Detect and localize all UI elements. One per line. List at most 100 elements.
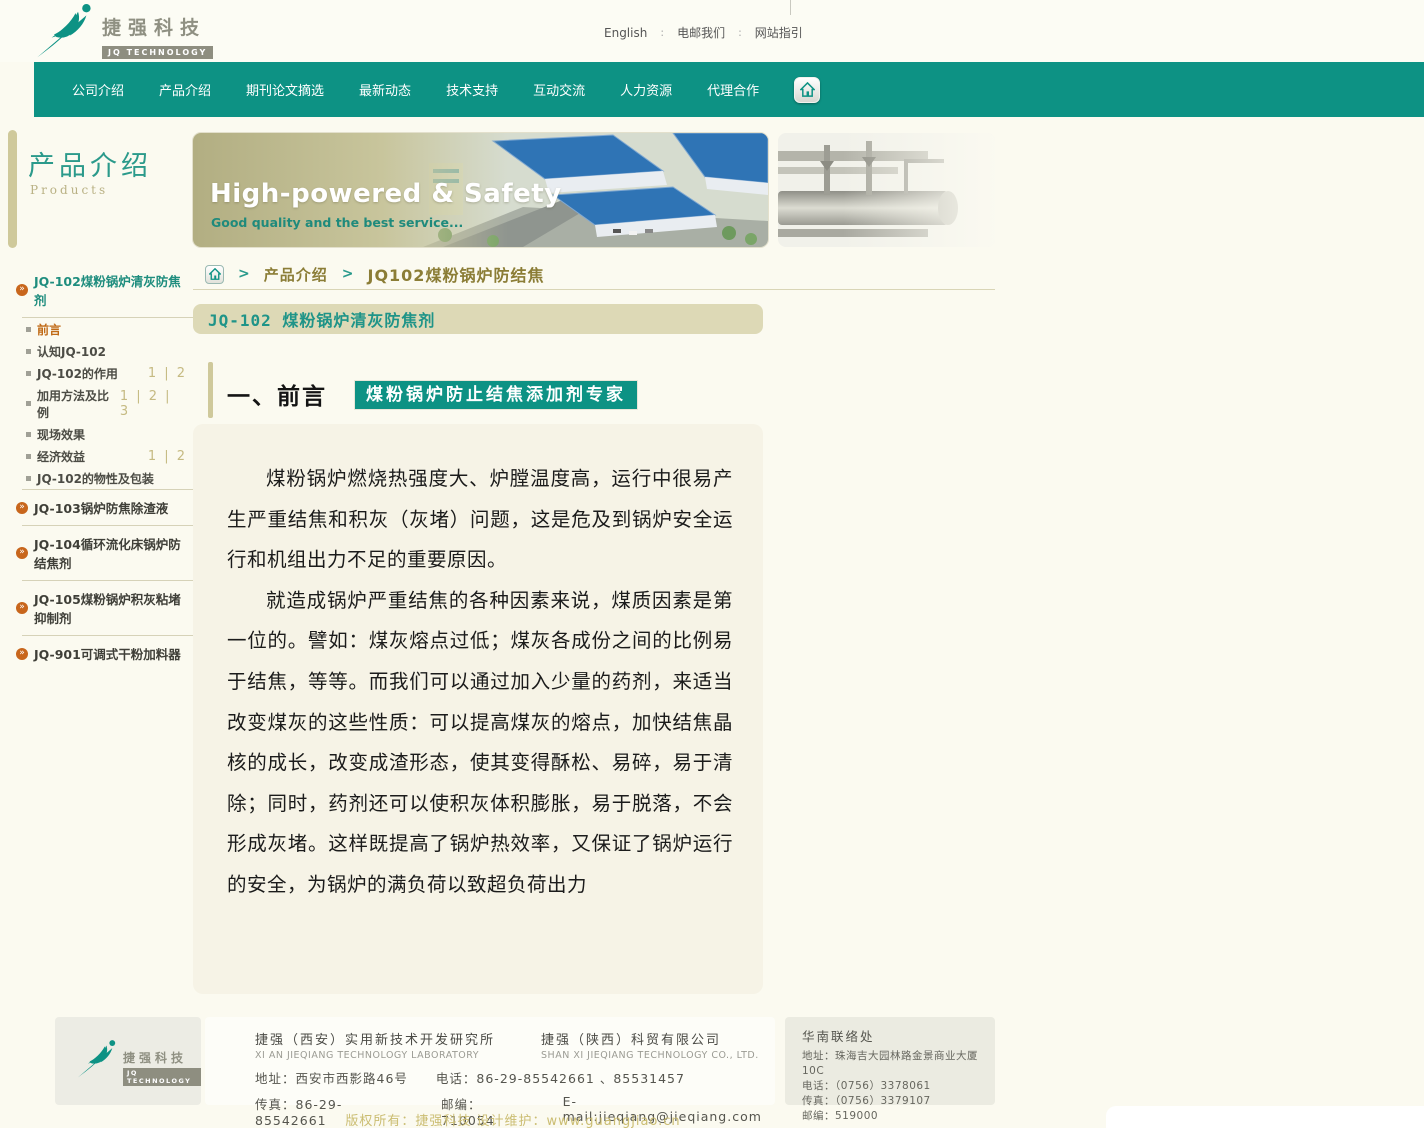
sidebar-item-label: JQ-104循环流化床锅炉防结焦剂 xyxy=(34,534,193,572)
top-link-english[interactable]: English xyxy=(604,26,647,40)
south-office-phone: 电话：（0756）3378061 xyxy=(802,1079,995,1094)
logo-cn: 捷强科技 xyxy=(102,17,206,39)
page: 捷强科技 JQ TECHNOLOGY English : 电邮我们 : 网站指引… xyxy=(0,0,1424,1128)
sidebar-menu: » JQ-102煤粉锅炉清灰防焦剂 前言 认知JQ-102 JQ-102的作用 … xyxy=(0,263,193,671)
footer-logo: 捷强科技 JQ TECHNOLOGY xyxy=(77,1039,201,1087)
sidebar-subitem-economic[interactable]: 经济效益 1 | 2 xyxy=(0,445,193,467)
south-office-fax: 传真：（0756）3379107 xyxy=(802,1094,995,1109)
header-logo[interactable]: 捷强科技 JQ TECHNOLOGY xyxy=(36,3,213,59)
top-link-email[interactable]: 电邮我们 xyxy=(677,24,725,41)
breadcrumb-separator: > xyxy=(238,266,250,282)
header-divider xyxy=(790,0,791,15)
article-panel: 煤粉锅炉燃烧热强度大、炉膛温度高，运行中很易产生严重结焦和积灰（灰堵）问题，这是… xyxy=(193,424,763,994)
top-link-sitemap[interactable]: 网站指引 xyxy=(755,24,803,41)
breadcrumb-divider xyxy=(193,289,995,290)
bullet-icon xyxy=(26,454,31,459)
sidebar-subitem-packing[interactable]: JQ-102的物性及包装 xyxy=(0,467,193,489)
double-chevron-icon: » xyxy=(16,547,28,559)
sidebar-item-label: JQ-102煤粉锅炉清灰防焦剂 xyxy=(34,271,193,309)
subitem-label: 现场效果 xyxy=(37,426,85,443)
nav-item-journal[interactable]: 期刊论文摘选 xyxy=(246,80,324,99)
footer-logo-cn: 捷强科技 xyxy=(123,1051,187,1065)
subitem-pagination[interactable]: 1 | 2 | 3 xyxy=(120,389,187,419)
home-icon xyxy=(209,268,221,280)
nav-item-news[interactable]: 最新动态 xyxy=(359,80,411,99)
logo-en: JQ TECHNOLOGY xyxy=(102,46,213,59)
swoosh-icon xyxy=(36,3,96,59)
double-chevron-icon: » xyxy=(16,502,28,514)
article-title-bar: JQ-102 煤粉锅炉清灰防焦剂 xyxy=(193,304,763,334)
sidebar-subitem-usage[interactable]: 加用方法及比例 1 | 2 | 3 xyxy=(0,384,193,423)
footer-south-office-panel: 华南联络处 地址：珠海吉大园林路金景商业大厦10C 电话：（0756）33780… xyxy=(785,1017,995,1105)
nav-item-interaction[interactable]: 互动交流 xyxy=(533,80,585,99)
sidebar-subitem-site-effect[interactable]: 现场效果 xyxy=(0,423,193,445)
org1-name-en: XI AN JIEQIANG TECHNOLOGY LABORATORY xyxy=(255,1050,495,1061)
sidebar-item-jq105[interactable]: » JQ-105煤粉锅炉积灰粘堵抑制剂 xyxy=(0,581,193,635)
double-chevron-icon: » xyxy=(16,602,28,614)
subitem-pagination[interactable]: 1 | 2 xyxy=(148,366,187,381)
sidebar-item-jq104[interactable]: » JQ-104循环流化床锅炉防结焦剂 xyxy=(0,526,193,580)
footer-orgs: 捷强（西安）实用新技术开发研究所 XI AN JIEQIANG TECHNOLO… xyxy=(255,1029,775,1061)
bullet-icon xyxy=(26,371,31,376)
subitem-pagination[interactable]: 1 | 2 xyxy=(148,449,187,464)
south-office-title: 华南联络处 xyxy=(802,1026,995,1045)
breadcrumb-separator: > xyxy=(342,266,354,282)
south-office-address: 地址：珠海吉大园林路金景商业大厦10C xyxy=(802,1049,995,1079)
top-link-separator: : xyxy=(660,26,664,39)
nav-item-products[interactable]: 产品介绍 xyxy=(159,80,211,99)
article-title: JQ-102 煤粉锅炉清灰防焦剂 xyxy=(193,307,435,331)
logo-text: 捷强科技 JQ TECHNOLOGY xyxy=(102,13,213,59)
breadcrumb-home-button[interactable] xyxy=(205,265,224,284)
sidebar-title: 产品介绍 xyxy=(28,144,152,183)
org2-name-cn: 捷强（陕西）科贸有限公司 xyxy=(541,1029,759,1048)
org2-name-en: SHAN XI JIEQIANG TECHNOLOGY CO., LTD. xyxy=(541,1050,759,1061)
copyright-line: 版权所有：捷强科技 设计维护：www.guangjiao.cn xyxy=(193,1110,833,1128)
double-chevron-icon: » xyxy=(16,284,28,296)
sidebar-item-jq103[interactable]: » JQ-103锅炉防焦除渣液 xyxy=(0,490,193,525)
sidebar-item-jq901[interactable]: » JQ-901可调式干粉加料器 xyxy=(0,636,193,671)
sidebar-subitem-function[interactable]: JQ-102的作用 1 | 2 xyxy=(0,362,193,384)
nav-item-company[interactable]: 公司介绍 xyxy=(72,80,124,99)
article-paragraph: 就造成锅炉严重结焦的各种因素来说，煤质因素是第一位的。譬如：煤灰熔点过低；煤灰各… xyxy=(227,581,733,906)
bullet-icon xyxy=(26,476,31,481)
footer-logo-en: JQ TECHNOLOGY xyxy=(123,1068,201,1086)
nav-item-agency[interactable]: 代理合作 xyxy=(707,80,759,99)
footer-org1: 捷强（西安）实用新技术开发研究所 XI AN JIEQIANG TECHNOLO… xyxy=(255,1029,495,1061)
section-badge: 煤粉锅炉防止结焦添加剂专家 xyxy=(355,381,637,409)
nav-home-button[interactable] xyxy=(794,77,820,103)
footer-org2: 捷强（陕西）科贸有限公司 SHAN XI JIEQIANG TECHNOLOGY… xyxy=(541,1029,759,1061)
sidebar-subtitle: Products xyxy=(30,183,108,197)
nav-item-support[interactable]: 技术支持 xyxy=(446,80,498,99)
sidebar-subitem-about[interactable]: 认知JQ-102 xyxy=(0,340,193,362)
double-chevron-icon: » xyxy=(16,648,28,660)
breadcrumb-item-products[interactable]: 产品介绍 xyxy=(264,264,328,285)
header: 捷强科技 JQ TECHNOLOGY English : 电邮我们 : 网站指引 xyxy=(0,0,1424,62)
sidebar-subitem-foreword[interactable]: 前言 xyxy=(0,318,193,340)
home-icon xyxy=(800,82,815,97)
main-banner-image: High-powered & Safety Good quality and t… xyxy=(193,133,768,247)
nav-item-hr[interactable]: 人力资源 xyxy=(620,80,672,99)
section-title: 一、前言 xyxy=(227,377,327,411)
article-paragraph: 煤粉锅炉燃烧热强度大、炉膛温度高，运行中很易产生严重结焦和积灰（灰堵）问题，这是… xyxy=(227,459,733,581)
section-accent-bar xyxy=(208,362,213,418)
sidebar-accent-bar xyxy=(8,130,17,248)
footer-address-row: 地址：西安市西影路46号 电话：86-29-85542661 、85531457 xyxy=(255,1068,775,1087)
sidebar-item-label: JQ-103锅炉防焦除渣液 xyxy=(34,498,168,517)
bullet-icon xyxy=(26,401,31,406)
footer-logo-panel: 捷强科技 JQ TECHNOLOGY xyxy=(55,1017,201,1105)
subitem-label: JQ-102的作用 xyxy=(37,365,118,382)
footer-phone: 电话：86-29-85542661 、85531457 xyxy=(436,1068,685,1087)
bullet-icon xyxy=(26,349,31,354)
breadcrumb-item-current: JQ102煤粉锅炉防结焦 xyxy=(367,262,544,286)
subitem-label: 前言 xyxy=(37,321,61,338)
sidebar-item-jq102[interactable]: » JQ-102煤粉锅炉清灰防焦剂 xyxy=(0,263,193,317)
sidebar-item-label: JQ-901可调式干粉加料器 xyxy=(34,644,181,663)
subitem-label: 加用方法及比例 xyxy=(37,387,120,421)
subitem-label: 经济效益 xyxy=(37,448,85,465)
breadcrumb: > 产品介绍 > JQ102煤粉锅炉防结焦 xyxy=(205,262,544,286)
subitem-label: 认知JQ-102 xyxy=(37,343,106,360)
top-link-separator: : xyxy=(738,26,742,39)
banner-headline: High-powered & Safety xyxy=(210,179,562,209)
main-nav: 公司介绍 产品介绍 期刊论文摘选 最新动态 技术支持 互动交流 人力资源 代理合… xyxy=(34,62,1424,117)
swoosh-icon xyxy=(77,1039,119,1083)
